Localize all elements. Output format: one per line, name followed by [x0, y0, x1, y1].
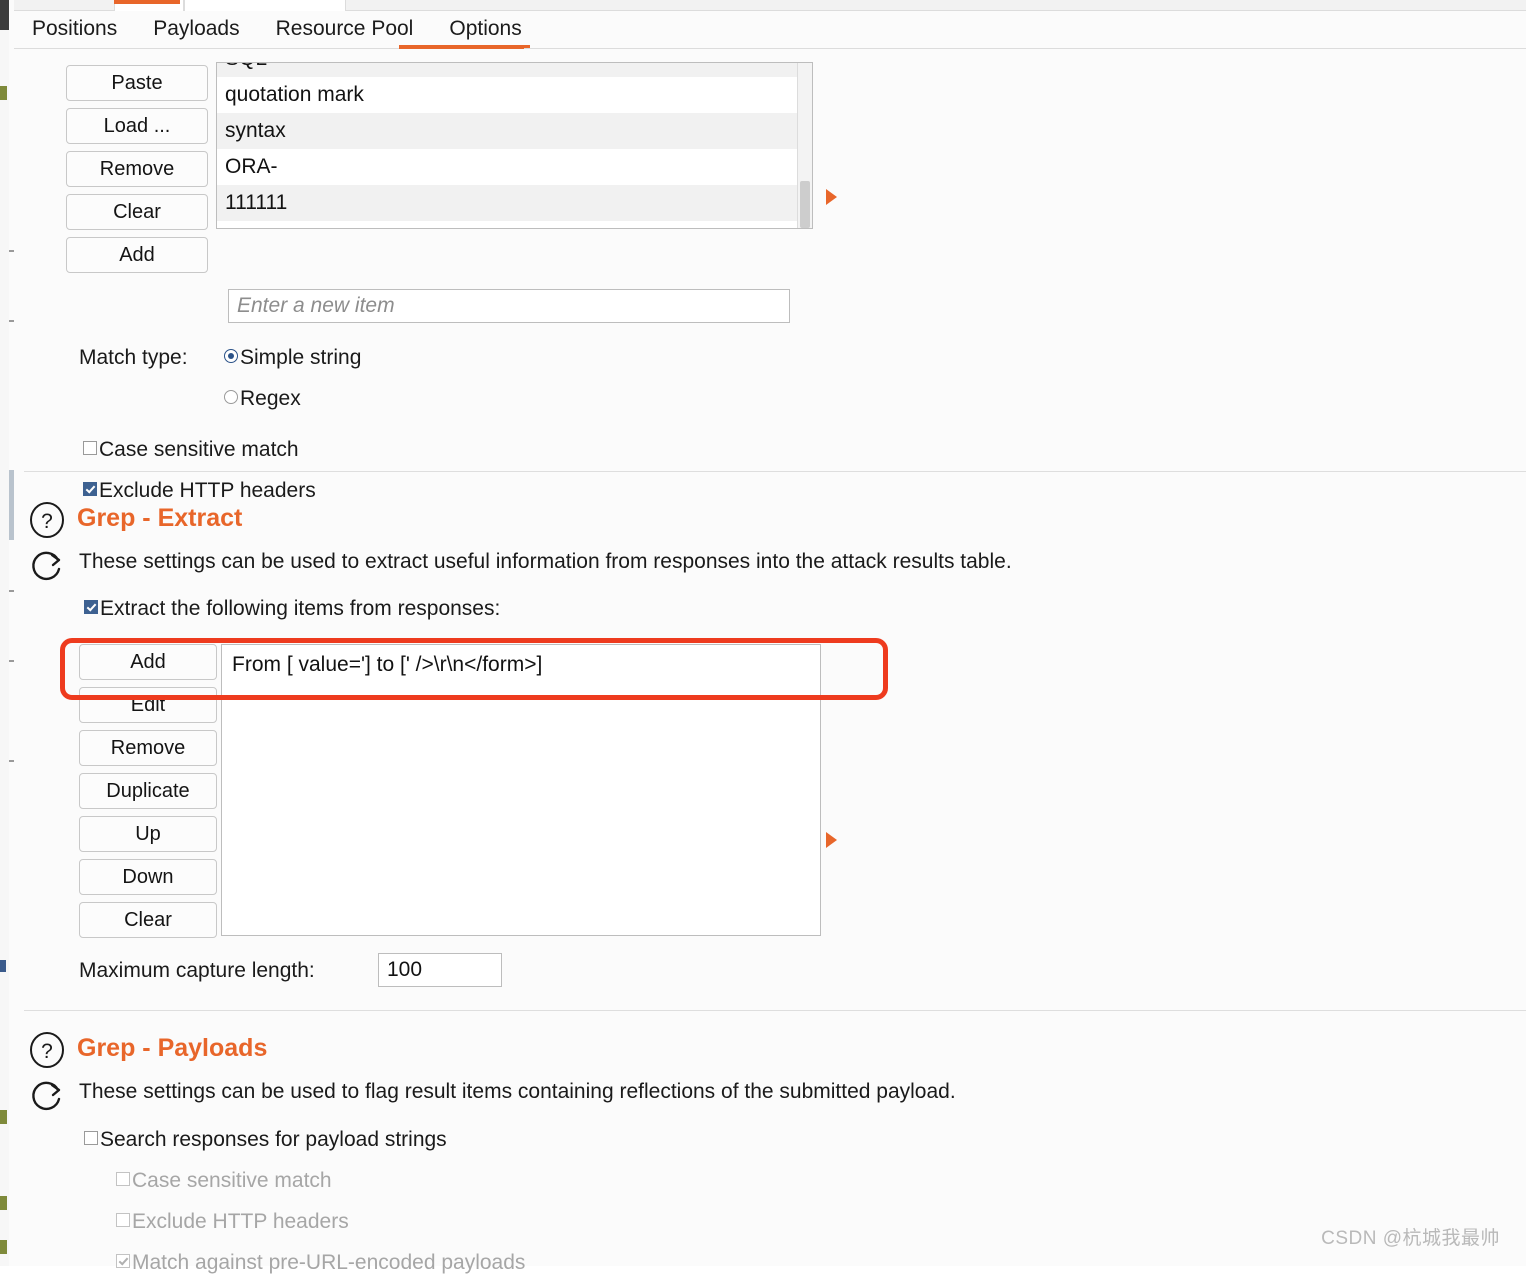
list-item[interactable]: quotation mark	[217, 77, 812, 113]
payloads-exclude-headers-row[interactable]: Exclude HTTP headers	[116, 1210, 349, 1234]
panel-top-divider	[14, 48, 1526, 49]
svg-text:?: ?	[41, 1040, 53, 1063]
payloads-case-sensitive-checkbox-icon[interactable]	[116, 1172, 130, 1186]
payloads-case-sensitive-row[interactable]: Case sensitive match	[116, 1169, 332, 1193]
left-edge-olive-chip-1	[0, 86, 7, 100]
grep-extract-list[interactable]: From [ value='] to [' />\r\n</form>]	[221, 644, 821, 936]
clear-button[interactable]: Clear	[66, 194, 208, 230]
left-edge-blue-chip	[0, 960, 6, 972]
grep-payloads-description: These settings can be used to flag resul…	[79, 1080, 956, 1103]
list-item[interactable]: ORA-	[217, 149, 812, 185]
list-item[interactable]: From [ value='] to [' />\r\n</form>]	[222, 645, 820, 685]
question-circle-icon[interactable]: ?	[28, 501, 66, 539]
match-type-simple-string-radio-row[interactable]: Simple string	[224, 346, 361, 370]
extract-up-button[interactable]: Up	[79, 816, 217, 852]
tab-positions[interactable]: Positions	[14, 10, 135, 48]
radio-regex-label: Regex	[240, 387, 301, 410]
extract-add-button[interactable]: Add	[79, 644, 217, 680]
extract-duplicate-button[interactable]: Duplicate	[79, 773, 217, 809]
svg-text:?: ?	[41, 510, 53, 533]
paste-button[interactable]: Paste	[66, 65, 208, 101]
refresh-icon[interactable]	[28, 546, 66, 584]
upper-tab-accent	[114, 0, 180, 4]
radio-simple-string-icon[interactable]	[224, 349, 238, 363]
exclude-http-headers-label: Exclude HTTP headers	[99, 479, 316, 502]
tab-options[interactable]: Options	[431, 10, 539, 48]
grep-match-list[interactable]: SQL quotation mark syntax ORA- 111111	[216, 62, 813, 229]
payloads-exclude-headers-checkbox-icon[interactable]	[116, 1213, 130, 1227]
search-payload-strings-row[interactable]: Search responses for payload strings	[84, 1128, 447, 1152]
grep-extract-description: These settings can be used to extract us…	[79, 550, 1012, 573]
window-left-edge	[0, 0, 9, 1266]
left-edge-olive-chip-4	[0, 1240, 7, 1254]
question-circle-icon[interactable]: ?	[28, 1031, 66, 1069]
left-edge-dark-chip	[0, 0, 9, 30]
payloads-pre-url-encoded-label: Match against pre-URL-encoded payloads	[132, 1251, 526, 1274]
search-payload-strings-label: Search responses for payload strings	[100, 1128, 447, 1151]
list-item[interactable]: syntax	[217, 113, 812, 149]
tab-list: Positions Payloads Resource Pool Options	[14, 10, 540, 48]
add-button[interactable]: Add	[66, 237, 208, 273]
search-payload-strings-checkbox-icon[interactable]	[84, 1131, 98, 1145]
section-divider-2	[24, 1010, 1526, 1011]
payloads-exclude-headers-label: Exclude HTTP headers	[132, 1210, 349, 1233]
payloads-pre-url-encoded-row[interactable]: Match against pre-URL-encoded payloads	[116, 1251, 525, 1275]
section-divider-1	[24, 471, 1526, 472]
case-sensitive-checkbox-icon[interactable]	[83, 441, 97, 455]
tab-resource-pool[interactable]: Resource Pool	[258, 10, 432, 48]
max-capture-length-input[interactable]	[378, 953, 502, 987]
extract-enable-checkbox-icon[interactable]	[84, 600, 98, 614]
list-item[interactable]: 111111	[217, 185, 812, 221]
radio-simple-string-label: Simple string	[240, 346, 362, 369]
expand-arrow-icon[interactable]	[826, 189, 837, 205]
left-edge-olive-chip-3	[0, 1196, 7, 1210]
extract-down-button[interactable]: Down	[79, 859, 217, 895]
expand-arrow-icon[interactable]	[826, 832, 837, 848]
list-item[interactable]: SQL	[217, 63, 812, 77]
case-sensitive-match-row[interactable]: Case sensitive match	[83, 438, 299, 462]
max-capture-length-label: Maximum capture length:	[79, 959, 315, 982]
radio-regex-icon[interactable]	[224, 390, 238, 404]
active-tab-underline-stub	[399, 45, 524, 49]
list-vertical-scrollbar[interactable]	[797, 63, 812, 228]
extract-enable-row[interactable]: Extract the following items from respons…	[84, 597, 500, 621]
remove-button[interactable]: Remove	[66, 151, 208, 187]
options-panel: Paste Load ... Remove Clear Add SQL quot…	[14, 45, 1526, 1274]
match-type-label: Match type:	[79, 346, 188, 369]
grep-extract-title: Grep - Extract	[77, 504, 243, 532]
intruder-tab-bar: Positions Payloads Resource Pool Options	[14, 0, 1526, 49]
exclude-http-headers-checkbox-icon[interactable]	[83, 482, 97, 496]
exclude-http-headers-row[interactable]: Exclude HTTP headers	[83, 479, 316, 503]
extract-edit-button[interactable]: Edit	[79, 687, 217, 723]
payloads-case-sensitive-label: Case sensitive match	[132, 1169, 332, 1192]
new-item-input[interactable]	[228, 289, 790, 323]
list-scroll-thumb[interactable]	[800, 181, 810, 228]
csdn-watermark: CSDN @杭城我最帅	[1321, 1228, 1500, 1249]
extract-clear-button[interactable]: Clear	[79, 902, 217, 938]
case-sensitive-label: Case sensitive match	[99, 438, 299, 461]
load-button[interactable]: Load ...	[66, 108, 208, 144]
extract-remove-button[interactable]: Remove	[79, 730, 217, 766]
grep-payloads-title: Grep - Payloads	[77, 1034, 268, 1062]
match-type-regex-radio-row[interactable]: Regex	[224, 387, 301, 411]
refresh-icon[interactable]	[28, 1076, 66, 1114]
tab-payloads[interactable]: Payloads	[135, 10, 257, 48]
left-edge-olive-chip-2	[0, 1110, 7, 1124]
extract-enable-label: Extract the following items from respons…	[100, 597, 501, 620]
